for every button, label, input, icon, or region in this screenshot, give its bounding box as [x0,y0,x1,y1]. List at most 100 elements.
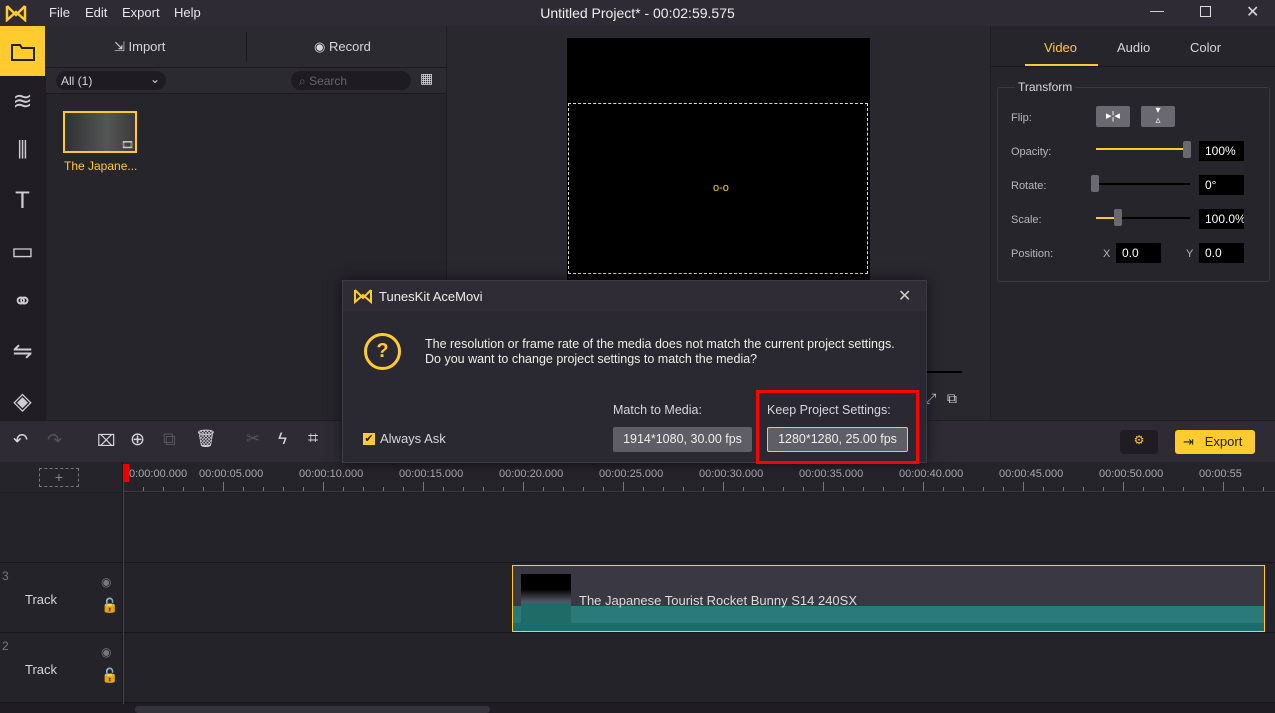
eye-icon[interactable]: ◉ [101,645,111,659]
position-x-input[interactable] [1116,243,1161,263]
chevron-down-icon: ⌄ [149,72,160,86]
media-thumbnail[interactable]: 🎞 [63,111,137,153]
folder-icon [10,44,35,61]
timeline-scrollbar[interactable] [135,706,490,713]
tick-mark [223,482,224,491]
speed-icon[interactable]: ϟ [278,429,287,449]
tick-mark [503,487,504,491]
import-button[interactable]: ⇲ Import [114,39,165,55]
sidebar-item-media[interactable] [0,26,45,76]
sidebar-item-layers[interactable]: ≋ [0,76,45,126]
tick-mark [483,487,484,491]
track-row-3: 3 Track ◉ 🔓 The Japanese Tourist Rocket … [0,563,1275,633]
tick-mark [843,487,844,491]
layers-icon: ≋ [12,87,33,115]
tick-label: 00:00:45.000 [999,468,1064,480]
duplicate-icon[interactable]: ⧉ [163,429,176,450]
tick-mark [943,487,944,491]
dialog-title: TunesKit AceMovi [379,289,483,304]
cut-icon[interactable]: ✂ [246,429,260,449]
dialog-message: The resolution or frame rate of the medi… [425,337,895,366]
tab-audio[interactable]: Audio [1117,40,1150,55]
tick-mark [303,487,304,491]
position-y-input[interactable] [1199,243,1244,263]
undo-icon[interactable]: ↶ [13,430,28,451]
unlock-icon[interactable]: 🔓 [101,667,118,684]
redo-icon[interactable]: ↷ [47,430,62,451]
eye-icon[interactable]: ◉ [101,575,111,589]
tab-video[interactable]: Video [1044,40,1077,55]
always-ask-checkbox[interactable]: ✔ Always Ask [363,431,446,446]
tick-mark [623,482,624,491]
snapshot-icon[interactable]: ⧉ [947,390,957,407]
minimize-button[interactable]: — [1150,2,1164,18]
anchor-handle[interactable]: o-o [713,182,729,194]
opacity-input[interactable] [1199,141,1244,161]
rotate-input[interactable] [1199,175,1244,195]
add-track-button[interactable]: + [39,468,79,487]
properties-panel: Video Audio Color Transform Flip: ▸¦◂ ▾ ▵… [991,26,1275,420]
tick-mark [1163,487,1164,491]
playhead[interactable] [123,464,124,704]
tick-mark [383,487,384,491]
keep-settings-label: Keep Project Settings: [767,403,891,417]
flip-horizontal-button[interactable]: ▸¦◂ [1096,106,1130,127]
rotate-slider-handle[interactable] [1091,175,1099,192]
match-media-button[interactable]: 1914*1080, 30.00 fps [613,427,752,452]
tick-mark [1143,487,1144,491]
trash-icon[interactable]: 🗑 [195,429,217,449]
add-icon[interactable]: ⊕ [130,429,145,450]
audio-wave-icon: ⦀ [17,137,28,164]
sidebar-item-text[interactable]: T [0,176,45,226]
tick-mark [403,487,404,491]
sidebar-item-templates[interactable]: ▭ [0,226,45,276]
keep-settings-button[interactable]: 1280*1280, 25.00 fps [767,427,908,452]
tab-color[interactable]: Color [1190,40,1221,55]
video-clip[interactable]: The Japanese Tourist Rocket Bunny S14 24… [512,565,1265,632]
delete-gap-icon[interactable]: ⌧ [97,431,115,451]
tick-mark [643,487,644,491]
grid-view-icon[interactable]: ▦ [420,70,433,87]
clip-thumbnail [521,574,571,624]
crop-icon[interactable]: ⌗ [308,428,318,449]
sidebar-item-filters[interactable]: ⚭ [0,276,45,326]
export-button[interactable]: ⇥ Export [1175,430,1255,454]
scale-input[interactable] [1199,209,1244,229]
tick-mark [823,482,824,491]
record-icon: ◉ [314,39,329,54]
tick-mark [983,487,984,491]
tick-mark [923,482,924,491]
tick-mark [1083,487,1084,491]
tick-mark [1103,487,1104,491]
export-settings-button[interactable]: ⚙ [1120,430,1158,454]
record-button[interactable]: ◉ Record [314,39,371,55]
opacity-slider-handle[interactable] [1183,141,1191,158]
sidebar-item-elements[interactable]: ◈ [0,376,45,426]
dialog-close-button[interactable]: ✕ [898,286,911,306]
clip-name: The Japanese Tourist Rocket Bunny S14 24… [579,593,857,608]
track-number: 3 [2,569,9,583]
sidebar-item-audio[interactable]: ⦀ [0,126,45,176]
search-input[interactable]: ⌕ Search [291,71,411,90]
maximize-button[interactable] [1200,6,1211,17]
match-media-label: Match to Media: [613,403,702,417]
tick-label: 00:00:15.000 [399,468,464,480]
tick-mark [1183,487,1184,491]
filter-dropdown[interactable]: All (1) ⌄ [56,71,166,90]
tick-label: 00:00:20.000 [499,468,564,480]
sidebar-item-transitions[interactable]: ⇋ [0,326,45,376]
tick-mark [163,487,164,491]
title-bar: File Edit Export Help Untitled Project* … [0,0,1275,26]
flip-vertical-button[interactable]: ▾ ▵ [1141,106,1175,127]
timeline-ruler[interactable]: + 0:00:00.000 00:00:05.000 00:00:10.000 00:… [0,462,1275,492]
tick-mark [203,487,204,491]
tick-mark [443,487,444,491]
section-title: Transform [1015,80,1076,94]
tick-mark [723,482,724,491]
position-label: Position: [1011,248,1054,260]
tick-label: 00:00:55 [1199,468,1242,480]
tick-label: 00:00:25.000 [599,468,664,480]
scale-slider-handle[interactable] [1114,209,1122,226]
close-button[interactable]: ✕ [1246,2,1259,22]
unlock-icon[interactable]: 🔓 [101,597,118,614]
